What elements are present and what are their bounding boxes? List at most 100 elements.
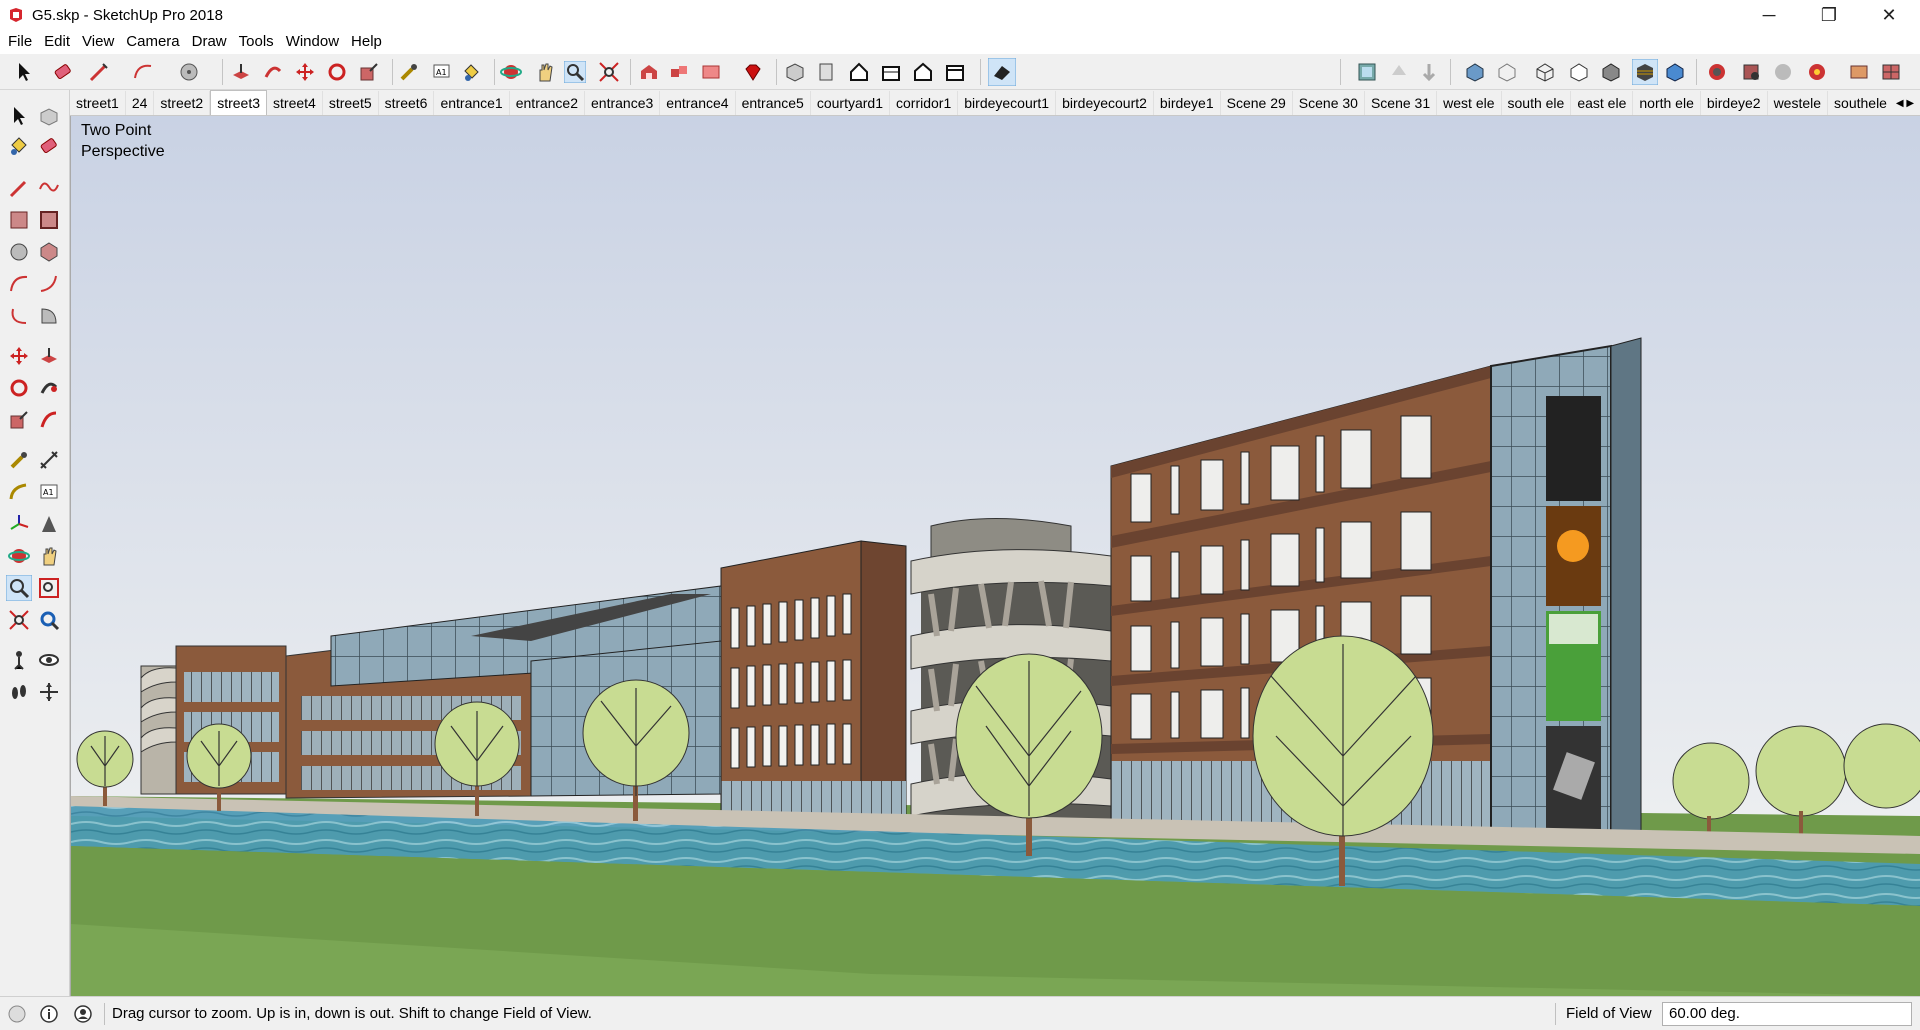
scene-tab[interactable]: north ele (1633, 90, 1701, 115)
hidden-line-icon[interactable] (1568, 61, 1590, 83)
arc-icon[interactable] (8, 273, 30, 295)
scene-tab[interactable]: entrance1 (434, 90, 510, 115)
menu-camera[interactable]: Camera (120, 30, 185, 54)
plugin-a-icon[interactable] (1706, 61, 1728, 83)
zoom-icon[interactable] (564, 61, 586, 83)
two-point-arc-icon[interactable] (38, 273, 60, 295)
warehouse-icon[interactable] (638, 61, 660, 83)
monochrome-icon[interactable] (1664, 61, 1686, 83)
move-icon[interactable] (294, 61, 316, 83)
scene-tab[interactable]: 24 (126, 90, 155, 115)
eraser-icon[interactable] (38, 135, 60, 157)
back-edges-icon[interactable] (1496, 61, 1518, 83)
select-icon[interactable] (8, 105, 30, 127)
section-plane-icon[interactable] (1388, 61, 1410, 83)
rotated-rectangle-icon[interactable] (38, 209, 60, 231)
plugin-f-icon[interactable] (1880, 61, 1902, 83)
scene-tab[interactable]: Scene 29 (1221, 90, 1293, 115)
pan-icon[interactable] (38, 545, 60, 567)
zoom-extents-icon[interactable] (598, 61, 620, 83)
minimize-button[interactable]: ─ (1740, 0, 1798, 30)
orbit-icon[interactable] (500, 61, 522, 83)
menu-draw[interactable]: Draw (186, 30, 233, 54)
follow-me-icon[interactable] (262, 61, 284, 83)
look-around-icon[interactable] (38, 649, 60, 671)
geo-location-icon[interactable] (8, 1005, 26, 1023)
position-camera-icon[interactable] (8, 649, 30, 671)
restore-button[interactable]: ❐ (1800, 0, 1858, 30)
right-view-icon[interactable] (880, 61, 902, 83)
make-component-icon[interactable] (38, 105, 60, 127)
zoom-icon-active[interactable] (6, 575, 32, 601)
axes-icon[interactable] (8, 513, 30, 535)
section-cut-icon[interactable] (1418, 61, 1440, 83)
menu-file[interactable]: File (2, 30, 38, 54)
front-view-icon[interactable] (848, 61, 870, 83)
scene-tab[interactable]: southele (1828, 90, 1894, 115)
menu-window[interactable]: Window (280, 30, 345, 54)
plugin-d-icon[interactable] (1806, 61, 1828, 83)
protractor-icon[interactable] (8, 481, 30, 503)
text-icon[interactable]: A1 (38, 481, 60, 503)
scene-tab[interactable]: courtyard1 (811, 90, 891, 115)
shaded-icon[interactable] (1600, 61, 1622, 83)
scene-tab[interactable]: street4 (267, 90, 323, 115)
user-account-icon[interactable] (74, 1005, 92, 1023)
shaded-textures-icon[interactable] (1632, 59, 1658, 85)
offset-icon[interactable] (38, 409, 60, 431)
left-view-icon[interactable] (944, 61, 966, 83)
plugin-c-icon[interactable] (1772, 61, 1794, 83)
scene-tab[interactable]: birdeyecourt1 (958, 90, 1057, 115)
components-icon[interactable] (668, 61, 690, 83)
line-icon[interactable] (8, 177, 30, 199)
scene-tab-active[interactable]: street3 (210, 90, 268, 115)
scene-tab[interactable]: entrance5 (736, 90, 811, 115)
line-icon[interactable] (88, 61, 110, 83)
previous-view-icon[interactable] (38, 609, 60, 631)
measurements-input[interactable]: 60.00 deg. (1662, 1002, 1912, 1026)
orbit-icon[interactable] (8, 545, 30, 567)
scene-tab[interactable]: street1 (70, 90, 126, 115)
scene-tab[interactable]: westele (1768, 90, 1829, 115)
rotate-icon[interactable] (326, 61, 348, 83)
scene-tab[interactable]: birdeye2 (1701, 90, 1768, 115)
pan-icon[interactable] (534, 61, 556, 83)
walk-icon[interactable] (8, 681, 30, 703)
tape-measure-icon[interactable] (8, 449, 30, 471)
section-plane-icon[interactable] (38, 681, 60, 703)
scale-icon[interactable] (358, 61, 380, 83)
scene-tab[interactable]: birdeye1 (1154, 90, 1221, 115)
menu-tools[interactable]: Tools (233, 30, 280, 54)
three-point-arc-icon[interactable] (8, 305, 30, 327)
ruby-icon[interactable] (742, 61, 764, 83)
follow-me-icon[interactable] (38, 377, 60, 399)
scene-tab[interactable]: street2 (154, 90, 211, 115)
scene-tab[interactable]: entrance3 (585, 90, 661, 115)
select-icon[interactable] (14, 61, 36, 83)
paint-bucket-icon[interactable] (460, 61, 482, 83)
plugin-e-icon[interactable] (1848, 61, 1870, 83)
polygon-icon[interactable] (38, 241, 60, 263)
dimension-icon[interactable] (38, 449, 60, 471)
scene-tab[interactable]: Scene 31 (1365, 90, 1438, 115)
pie-icon[interactable] (38, 305, 60, 327)
rotate-icon[interactable] (8, 377, 30, 399)
close-button[interactable]: ✕ (1860, 0, 1918, 30)
scene-tab[interactable]: street6 (379, 90, 435, 115)
tape-measure-icon[interactable] (398, 61, 420, 83)
zoom-extents-icon[interactable] (8, 609, 30, 631)
menu-edit[interactable]: Edit (38, 30, 76, 54)
plugin-b-icon[interactable] (1740, 61, 1762, 83)
scene-tab[interactable]: entrance2 (510, 90, 586, 115)
push-pull-icon[interactable] (230, 61, 252, 83)
3d-text-icon[interactable] (38, 513, 60, 535)
scene-tab[interactable]: corridor1 (890, 90, 959, 115)
style-builder-icon[interactable] (1356, 61, 1378, 83)
scene-tab[interactable]: street5 (323, 90, 379, 115)
paint-bucket-icon[interactable] (8, 135, 30, 157)
shadows-toggle-icon[interactable] (988, 58, 1016, 86)
eraser-icon[interactable] (52, 61, 74, 83)
zoom-window-icon[interactable] (38, 577, 60, 599)
scene-tabs-scroll-arrows[interactable]: ◀ ▶ (1890, 90, 1920, 115)
iso-view-icon[interactable] (784, 61, 806, 83)
